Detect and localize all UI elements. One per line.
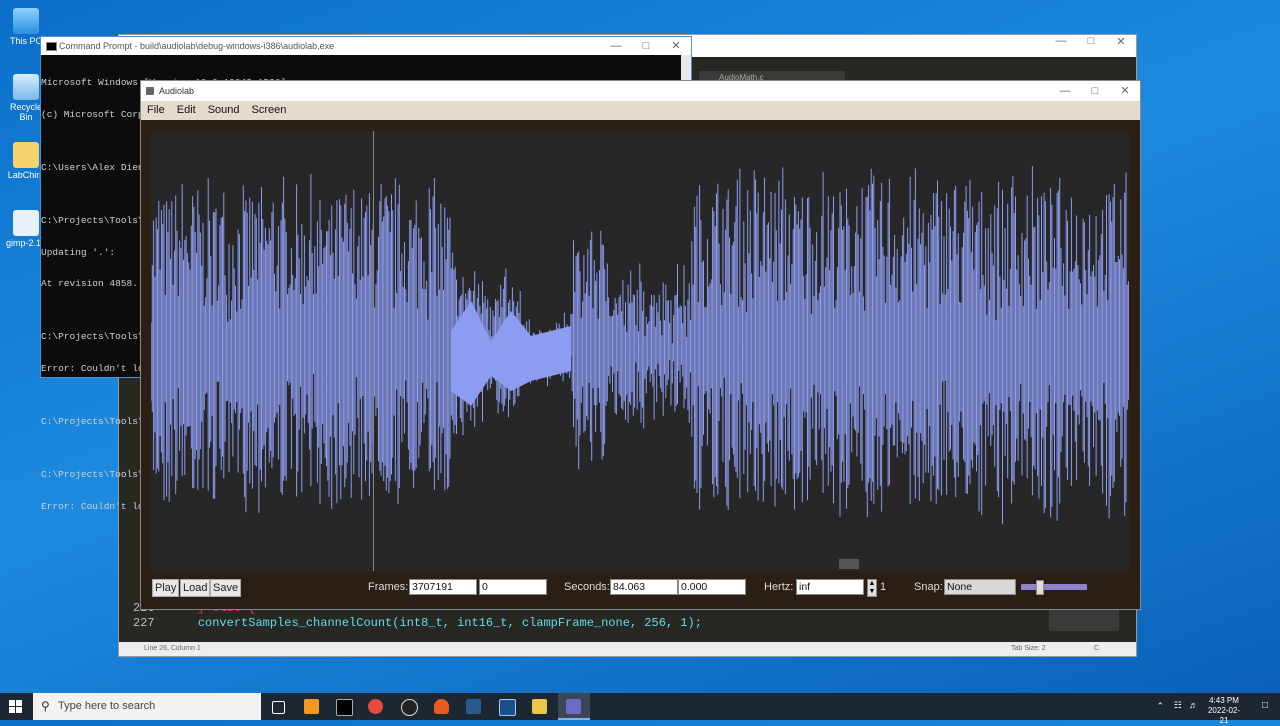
playhead-cursor[interactable] <box>373 131 374 571</box>
menu-edit[interactable]: Edit <box>171 101 202 120</box>
search-placeholder: Type here to search <box>58 700 156 712</box>
play-button[interactable]: Play <box>152 579 180 597</box>
clock-date: 2022-02-21 <box>1207 706 1241 725</box>
snap-select[interactable]: None <box>944 579 1016 595</box>
hertz-label: Hertz: <box>764 581 794 593</box>
cmd-title: Command Prompt - build\audiolab\debug-wi… <box>59 41 335 51</box>
file-explorer-icon[interactable] <box>532 699 547 714</box>
network-icon[interactable]: ☷ <box>1174 700 1182 711</box>
audiolab-titlebar: Audiolab — □ ✕ <box>141 81 1140 101</box>
hertz-stepper[interactable]: ▲ ▼ <box>867 579 877 597</box>
waveform-dense-band <box>451 301 571 406</box>
frames-position-field[interactable]: 0 <box>479 579 547 595</box>
sublime-text-icon[interactable] <box>304 699 319 714</box>
taskbar: ⚲ Type here to search ⌃ ☷ ♬ 4:43 PM 2022… <box>0 693 1280 725</box>
minimize-icon[interactable]: — <box>1050 81 1080 101</box>
audiolab-icon <box>566 699 581 714</box>
chrome-icon[interactable] <box>368 699 383 714</box>
maximize-icon[interactable]: □ <box>631 37 661 55</box>
waveform-scroll-thumb[interactable] <box>839 559 859 569</box>
load-button[interactable]: Load <box>180 579 211 597</box>
installer-icon <box>13 210 39 236</box>
waveform-view[interactable] <box>150 131 1130 571</box>
waveform-graphic <box>150 166 1130 525</box>
status-position: Line 26, Column 1 <box>144 645 201 652</box>
minimize-icon[interactable]: — <box>601 37 631 55</box>
hertz-count: 1 <box>880 581 887 593</box>
clock-time: 4:43 PM <box>1209 696 1239 705</box>
task-view-icon[interactable] <box>272 701 285 714</box>
seconds-label: Seconds: <box>564 581 610 593</box>
editor-statusbar: Line 26, Column 1 Tab Size: 2 C <box>119 642 1136 656</box>
menu-screen[interactable]: Screen <box>246 101 293 120</box>
vlc-icon[interactable] <box>434 699 449 714</box>
frames-total-field[interactable]: 3707191 <box>409 579 477 595</box>
menu-bar: File Edit Sound Screen <box>141 101 1140 120</box>
status-syntax[interactable]: C <box>1094 642 1099 656</box>
maximize-icon[interactable]: □ <box>1080 81 1110 101</box>
clock[interactable]: 4:43 PM 2022-02-21 <box>1204 696 1244 726</box>
frames-label: Frames: <box>368 581 409 593</box>
steam-icon[interactable] <box>466 699 481 714</box>
hertz-field[interactable]: inf <box>796 579 864 595</box>
visual-studio-icon[interactable] <box>499 699 516 716</box>
code-line-227[interactable]: 227 convertSamples_channelCount(int8_t, … <box>133 616 702 630</box>
zoom-slider-thumb[interactable] <box>1035 580 1044 595</box>
zip-folder-icon <box>13 142 39 168</box>
menu-sound[interactable]: Sound <box>202 101 246 120</box>
app-icon <box>146 87 154 95</box>
close-icon[interactable]: ✕ <box>661 37 691 55</box>
audiolab-taskbar-button[interactable] <box>558 693 590 720</box>
status-tab-size[interactable]: Tab Size: 2 <box>1011 642 1046 656</box>
seconds-total-field[interactable]: 84.063 <box>610 579 678 595</box>
menu-file[interactable]: File <box>141 101 171 120</box>
taskbar-search-box[interactable]: ⚲ Type here to search <box>33 693 261 720</box>
save-button[interactable]: Save <box>210 579 242 597</box>
windows-start-icon[interactable] <box>9 700 22 713</box>
chevron-up-icon[interactable]: ⌃ <box>1156 701 1164 712</box>
computer-icon <box>13 8 39 34</box>
obs-icon[interactable] <box>401 699 418 716</box>
volume-icon[interactable]: ♬ <box>1189 700 1198 710</box>
recycle-bin-icon <box>13 74 39 100</box>
close-icon[interactable]: ✕ <box>1110 81 1140 101</box>
zoom-slider[interactable] <box>1021 580 1087 595</box>
command-prompt-taskbar-icon[interactable] <box>336 699 353 716</box>
notification-icon[interactable]: □ <box>1262 700 1268 711</box>
cmd-titlebar: Command Prompt - build\audiolab\debug-wi… <box>41 37 691 55</box>
waveform-path <box>150 166 1130 525</box>
snap-label: Snap: <box>914 581 943 593</box>
seconds-position-field[interactable]: 0.000 <box>678 579 746 595</box>
audiolab-title: Audiolab <box>159 86 195 96</box>
cmd-icon <box>46 42 57 51</box>
control-bar: Play Load Save Frames: 3707191 0 Seconds… <box>151 575 1129 599</box>
audiolab-window: Audiolab — □ ✕ File Edit Sound Screen Play… <box>140 80 1141 610</box>
search-icon: ⚲ <box>41 699 50 713</box>
